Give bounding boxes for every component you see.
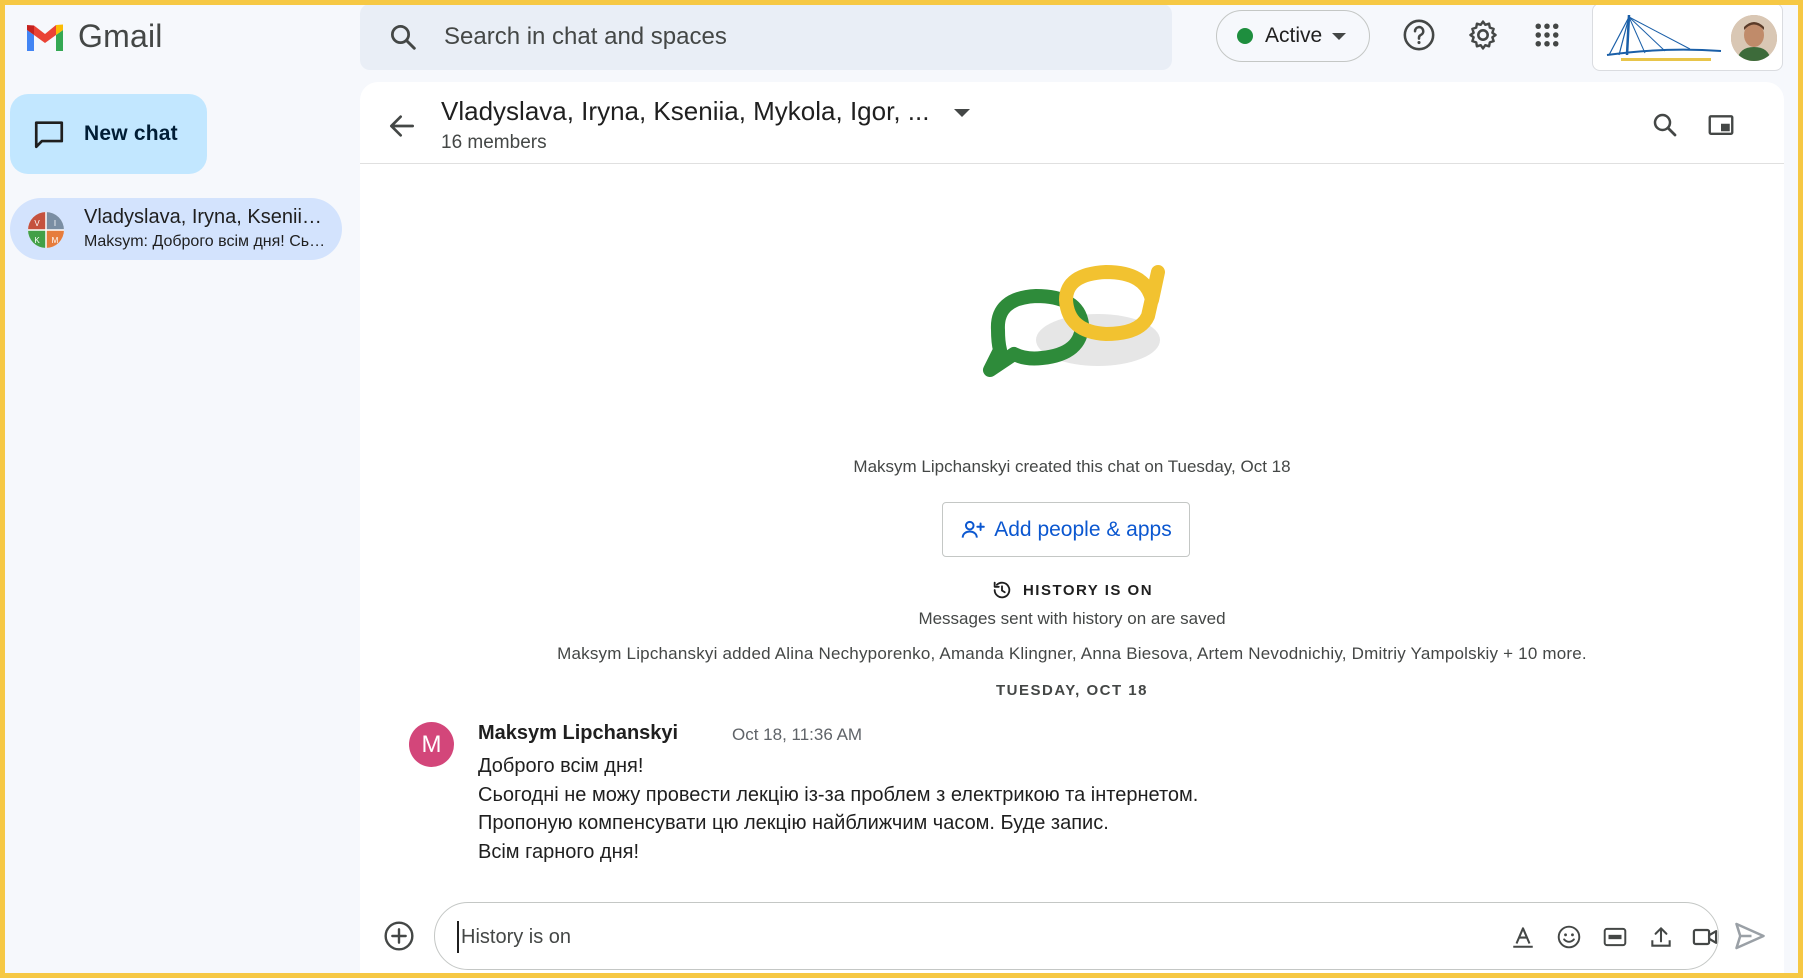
group-avatar-icon: V I K M <box>28 212 64 248</box>
settings-gear-icon[interactable] <box>1464 16 1502 54</box>
add-attachment-icon[interactable] <box>383 920 415 952</box>
avatar-letter: K <box>34 236 40 245</box>
search-placeholder[interactable]: Search in chat and spaces <box>444 23 727 51</box>
new-chat-label: New chat <box>84 122 178 145</box>
sender-avatar[interactable]: M <box>409 722 454 767</box>
conversation-snippet: Maksym: Доброго всім дня! Сьогодні не мо… <box>84 233 329 250</box>
chat-bubbles-illustration <box>983 265 1165 377</box>
app-name: Gmail <box>78 18 163 54</box>
message-line: Сьогодні не можу провести лекцію із-за п… <box>478 783 1199 806</box>
member-count[interactable]: 16 members <box>441 132 547 154</box>
sender-name[interactable]: Maksym Lipchanskyi <box>478 722 678 745</box>
account-switcher[interactable] <box>1592 3 1783 71</box>
search-icon[interactable] <box>388 22 418 52</box>
chat-panel: Vladyslava, Iryna, Kseniia, Mykola, Igor… <box>360 82 1784 978</box>
message-timestamp: Oct 18, 11:36 AM <box>732 725 863 744</box>
message-body: Доброго всім дня! Сьогодні не можу прове… <box>478 752 1198 866</box>
conversation-title: Vladyslava, Iryna, Kseniia, Mykola, Igor… <box>84 206 329 228</box>
gmail-logo[interactable]: Gmail <box>24 18 163 55</box>
avatar-letter: M <box>52 236 59 245</box>
chat-title[interactable]: Vladyslava, Iryna, Kseniia, Mykola, Igor… <box>441 96 929 127</box>
search-bar[interactable]: Search in chat and spaces <box>360 4 1172 70</box>
text-format-icon[interactable] <box>1507 921 1539 953</box>
user-avatar[interactable] <box>1731 15 1777 61</box>
caret-down-icon[interactable] <box>954 109 970 117</box>
history-icon <box>993 581 1011 599</box>
search-in-chat-icon[interactable] <box>1650 110 1680 140</box>
status-label: Active <box>1265 24 1323 47</box>
avatar-letter: V <box>34 219 40 228</box>
history-status: HISTORY IS ON <box>360 579 1784 601</box>
avatar-letter: I <box>54 219 56 228</box>
video-meeting-icon[interactable] <box>1689 921 1721 953</box>
status-dot <box>1237 28 1253 44</box>
top-bar: Gmail Search in chat and spaces Active <box>0 0 1803 76</box>
add-people-apps-button[interactable]: Add people & apps <box>942 502 1190 557</box>
history-title: HISTORY IS ON <box>1022 581 1154 599</box>
gif-icon[interactable] <box>1599 921 1631 953</box>
chat-created-notice: Maksym Lipchanskyi created this chat on … <box>853 457 1291 476</box>
message-line: Пропоную компенсувати цю лекцію найближч… <box>478 812 1109 834</box>
add-person-icon <box>961 520 986 538</box>
caret-down-icon <box>1332 32 1347 40</box>
pop-out-icon[interactable] <box>1706 110 1736 140</box>
organization-logo-icon <box>1606 14 1722 61</box>
status-dropdown[interactable]: Active <box>1216 10 1370 62</box>
message-input[interactable] <box>457 921 1337 953</box>
gmail-m-icon <box>27 24 63 51</box>
members-added-notice: Maksym Lipchanskyi added Alina Nechypore… <box>557 644 1587 663</box>
help-icon[interactable] <box>1400 16 1438 54</box>
add-people-label: Add people & apps <box>994 517 1172 541</box>
back-arrow-icon[interactable] <box>386 110 418 142</box>
chat-header: Vladyslava, Iryna, Kseniia, Mykola, Igor… <box>360 82 1784 164</box>
emoji-icon[interactable] <box>1553 921 1585 953</box>
send-icon[interactable] <box>1732 918 1768 954</box>
chat-bubble-icon <box>34 121 64 149</box>
upload-icon[interactable] <box>1645 921 1677 953</box>
date-divider: TUESDAY, OCT 18 <box>996 682 1148 699</box>
apps-grid-icon[interactable] <box>1528 16 1566 54</box>
new-chat-button[interactable]: New chat <box>10 94 207 174</box>
message-line: Всім гарного дня! <box>478 840 639 863</box>
message-line: Доброго всім дня! <box>478 755 644 777</box>
message-composer[interactable] <box>434 902 1719 970</box>
history-subtitle: Messages sent with history on are saved <box>918 609 1226 628</box>
conversation-item[interactable]: V I K M Vladyslava, Iryna, Kseniia, Myko… <box>10 198 342 260</box>
